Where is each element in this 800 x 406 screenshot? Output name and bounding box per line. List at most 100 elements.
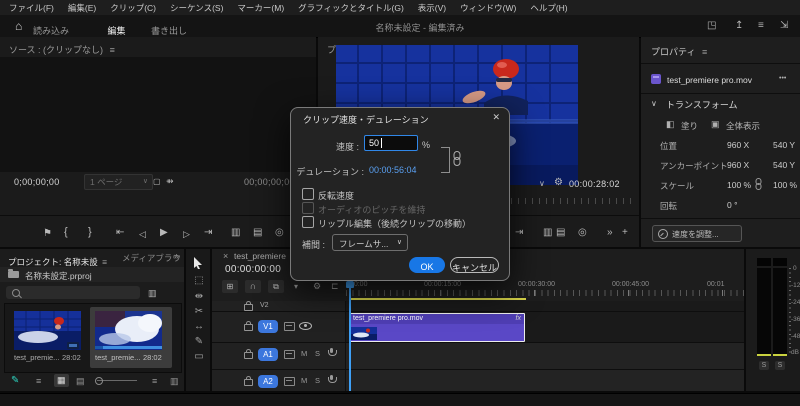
scale-y-value[interactable]: 100 %	[773, 180, 797, 190]
scale-x-value[interactable]: 100 %	[727, 180, 751, 190]
scale-link-icon[interactable]	[755, 178, 762, 190]
a1-mute-button[interactable]: M	[301, 349, 307, 358]
snap-toggle-icon[interactable]: ∩	[245, 280, 261, 293]
solo-right-button[interactable]: S	[775, 361, 785, 370]
tab-project[interactable]: プロジェクト: 名称未設 ≡	[8, 257, 107, 267]
adjust-speed-button[interactable]: 速度を調整...	[652, 225, 742, 242]
timeline-timecode[interactable]: 00:00:00:00	[225, 264, 281, 275]
timeline-ruler[interactable]	[346, 290, 744, 296]
edit-pencil-icon[interactable]: ✎	[11, 375, 19, 386]
play-icon[interactable]: ▶	[160, 228, 168, 238]
position-x-value[interactable]: 960 X	[727, 140, 749, 150]
sequence-tab-label[interactable]: test_premiere	[234, 251, 286, 261]
sort-icon[interactable]: ≡	[152, 376, 157, 386]
position-y-value[interactable]: 540 Y	[773, 140, 795, 150]
slip-tool[interactable]: ↔	[186, 321, 212, 332]
cancel-button[interactable]: キャンセル	[450, 257, 499, 273]
step-forward-icon[interactable]: ▷	[183, 229, 190, 239]
overwrite-icon[interactable]: ▤	[253, 228, 262, 238]
playhead-line[interactable]	[349, 281, 351, 391]
fill-icon[interactable]: ◧	[666, 119, 675, 130]
goto-in-icon[interactable]: ⇤	[116, 228, 124, 238]
speed-input[interactable]: 50	[364, 135, 418, 151]
menu-graphics[interactable]: グラフィックとタイトル(G)	[298, 2, 404, 14]
solo-left-button[interactable]: S	[759, 361, 769, 370]
source-zoom-select[interactable]: 1 ページ ∨	[84, 174, 153, 190]
tab-export[interactable]: 書き出し	[151, 26, 187, 36]
menu-sequence[interactable]: シーケンス(S)	[170, 2, 223, 14]
bin-row[interactable]: 名称未設定.prproj	[0, 267, 184, 282]
a2-solo-button[interactable]: S	[315, 376, 320, 385]
timeline-clip[interactable]: test_premiere pro.mov fx	[349, 313, 525, 342]
grid-view-icon[interactable]: ▦	[54, 374, 69, 387]
export-frame-icon[interactable]: ◎	[578, 228, 587, 238]
a1-solo-button[interactable]: S	[315, 349, 320, 358]
add-marker-icon[interactable]: ⚑	[43, 229, 52, 239]
wrench-icon[interactable]: ⚙	[554, 178, 563, 188]
anchor-y-value[interactable]: 540 Y	[773, 160, 795, 170]
mark-in-icon[interactable]: {	[64, 227, 68, 237]
clip-more-icon[interactable]: •••	[779, 75, 786, 82]
menu-file[interactable]: ファイル(F)	[9, 2, 54, 14]
track-select-tool[interactable]: ⬚	[186, 275, 212, 286]
project-panel-menu-icon[interactable]: ≡	[102, 257, 107, 267]
ok-button[interactable]: OK	[409, 257, 445, 273]
tab-edit[interactable]: 編集	[107, 26, 125, 36]
source-panel-menu-icon[interactable]: ≡	[110, 45, 115, 55]
quick-export-icon[interactable]: ◳	[707, 20, 716, 31]
properties-panel-menu-icon[interactable]: ≡	[702, 47, 707, 57]
mark-out-icon[interactable]: }	[88, 227, 92, 237]
a1-source-patch-icon[interactable]	[284, 350, 295, 359]
menu-marker[interactable]: マーカー(M)	[237, 2, 284, 14]
v2-lock-icon[interactable]	[244, 304, 253, 311]
menu-help[interactable]: ヘルプ(H)	[530, 2, 567, 14]
anchor-x-value[interactable]: 960 X	[727, 160, 749, 170]
filmstrip-view-icon[interactable]: ▤	[76, 376, 85, 387]
fit-frame-icon[interactable]: ▣	[711, 119, 720, 130]
duration-value[interactable]: 00:00:56:04	[369, 165, 417, 175]
v1-track-badge[interactable]: V1	[258, 320, 278, 333]
menu-view[interactable]: 表示(V)	[418, 2, 446, 14]
timeline-wrench-icon[interactable]: ⚙	[313, 281, 321, 292]
a1-track-badge[interactable]: A1	[258, 348, 278, 361]
ripple-edit-checkbox[interactable]	[302, 216, 314, 228]
new-bin-icon[interactable]: ▥	[170, 376, 179, 387]
share-icon[interactable]: ↥	[735, 20, 743, 31]
a2-track-badge[interactable]: A2	[258, 375, 278, 388]
menu-clip[interactable]: クリップ(C)	[110, 2, 156, 14]
add-button-icon[interactable]: +	[622, 228, 628, 238]
pen-tool[interactable]: ✎	[186, 336, 212, 347]
tab-import[interactable]: 読み込み	[33, 26, 69, 36]
rotation-value[interactable]: 0 °	[727, 200, 738, 210]
menu-window[interactable]: ウィンドウ(W)	[460, 2, 516, 14]
timeline-caret-icon[interactable]: ▾	[294, 282, 298, 291]
source-settings-icon[interactable]: ▢	[153, 177, 161, 187]
project-search-input[interactable]	[6, 286, 140, 299]
v1-visibility-icon[interactable]	[299, 322, 312, 330]
goto-out-icon[interactable]: ⇥	[204, 228, 212, 238]
fit-chevron-icon[interactable]: ∨	[539, 179, 545, 189]
a1-mic-icon[interactable]	[330, 348, 333, 353]
tab-overflow-icon[interactable]: »	[174, 251, 179, 261]
v1-lock-icon[interactable]	[244, 324, 253, 331]
more-tools-icon[interactable]: »	[607, 228, 613, 238]
goto-out-icon[interactable]: ⇥	[515, 228, 523, 238]
interpolation-select[interactable]: フレームサ... ∨	[332, 234, 408, 251]
transform-section-title[interactable]: トランスフォーム	[666, 98, 738, 111]
thumb-zoom-knob[interactable]	[95, 377, 103, 385]
header-menu-icon[interactable]: ≡	[758, 20, 764, 31]
list-view-icon[interactable]: ≡	[36, 376, 41, 386]
v2-track-label[interactable]: V2	[260, 302, 269, 309]
a2-lock-icon[interactable]	[244, 379, 253, 386]
extract-icon[interactable]: ▤	[556, 228, 565, 238]
project-item-1[interactable]: test_premie... 28:02	[14, 311, 86, 365]
a2-source-patch-icon[interactable]	[284, 377, 295, 386]
selection-tool[interactable]	[193, 257, 203, 269]
export-frame-icon[interactable]: ◎	[275, 228, 284, 238]
search-bin-icon[interactable]: ▥	[148, 288, 157, 298]
project-item-2[interactable]: test_premie... 28:02	[95, 311, 167, 365]
playhead-head[interactable]	[346, 281, 354, 288]
insert-icon[interactable]: ▥	[231, 228, 240, 238]
dialog-close-icon[interactable]: ✕	[492, 112, 500, 123]
a1-lock-icon[interactable]	[244, 352, 253, 359]
